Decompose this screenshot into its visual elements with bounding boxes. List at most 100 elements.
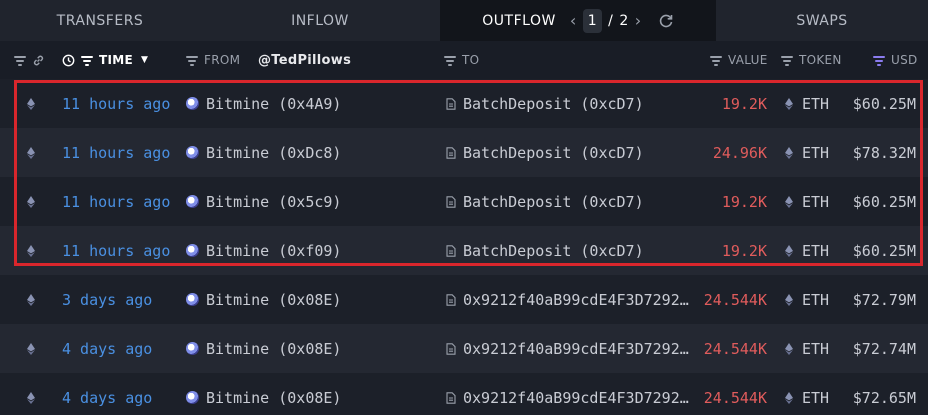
bitmine-avatar-icon [186, 97, 199, 110]
bitmine-avatar-icon [186, 342, 199, 355]
filter-icon[interactable] [444, 55, 456, 66]
value-cell: 24.96K [712, 143, 767, 162]
to-entity[interactable]: BatchDeposit (0xcD7) [463, 242, 644, 260]
link-icon[interactable] [32, 54, 45, 67]
chevron-left-icon[interactable]: ‹ [570, 11, 577, 30]
to-cell[interactable]: BatchDeposit (0xcD7) [446, 79, 644, 128]
contract-icon [446, 244, 456, 257]
token-cell[interactable]: ETH [785, 373, 829, 415]
filter-icon[interactable] [873, 55, 885, 66]
token-cell[interactable]: ETH [785, 128, 829, 177]
token-cell[interactable]: ETH [785, 226, 829, 275]
filter-icon[interactable] [81, 55, 93, 66]
time-link[interactable]: 3 days ago [62, 275, 152, 324]
contract-icon [446, 97, 456, 110]
table-row[interactable]: 4 days ago Bitmine (0x08E) 0x9212f40aB99… [0, 373, 928, 415]
value-cell: 19.2K [721, 241, 767, 260]
token-symbol: ETH [802, 143, 830, 162]
time-link[interactable]: 11 hours ago [62, 79, 170, 128]
filter-icon[interactable] [14, 55, 26, 66]
header-time[interactable]: TIME ▼ [62, 41, 148, 79]
token-cell[interactable]: ETH [785, 275, 829, 324]
filter-icon[interactable] [781, 55, 793, 66]
to-cell[interactable]: 0x9212f40aB99cdE4F3D7292… [446, 275, 689, 324]
time-link[interactable]: 4 days ago [62, 324, 152, 373]
from-entity[interactable]: Bitmine (0xDc8) [206, 144, 341, 162]
ethereum-icon [27, 195, 35, 208]
refresh-icon[interactable] [658, 13, 674, 29]
ethereum-icon [785, 195, 793, 208]
from-cell[interactable]: Bitmine (0x08E) [186, 324, 341, 373]
chevron-right-icon[interactable]: › [635, 11, 642, 30]
chain-cell [27, 373, 35, 415]
to-entity[interactable]: BatchDeposit (0xcD7) [463, 95, 644, 113]
table-row[interactable]: 11 hours ago Bitmine (0xDc8) BatchDeposi… [0, 128, 928, 177]
to-entity[interactable]: BatchDeposit (0xcD7) [463, 193, 644, 211]
from-entity[interactable]: Bitmine (0x08E) [206, 389, 341, 407]
to-entity[interactable]: BatchDeposit (0xcD7) [463, 144, 644, 162]
from-entity[interactable]: Bitmine (0x4A9) [206, 95, 341, 113]
token-cell[interactable]: ETH [785, 324, 829, 373]
tab-label: INFLOW [291, 12, 349, 29]
tab-outflow[interactable]: OUTFLOW ‹ 1 / 2 › [440, 0, 716, 41]
tab-transfers[interactable]: TRANSFERS [0, 0, 200, 41]
ethereum-icon [785, 146, 793, 159]
to-cell[interactable]: BatchDeposit (0xcD7) [446, 177, 644, 226]
from-cell[interactable]: Bitmine (0x08E) [186, 373, 341, 415]
to-cell[interactable]: 0x9212f40aB99cdE4F3D7292… [446, 324, 689, 373]
pagination: ‹ 1 / 2 › [570, 8, 674, 33]
current-page[interactable]: 1 [582, 8, 603, 33]
table-row[interactable]: 11 hours ago Bitmine (0x4A9) BatchDeposi… [0, 79, 928, 128]
table-header: TIME ▼ FROM @TedPillows TO VALUE TOKEN U… [0, 41, 928, 79]
to-entity[interactable]: 0x9212f40aB99cdE4F3D7292… [463, 340, 689, 358]
table-row[interactable]: 11 hours ago Bitmine (0xf09) BatchDeposi… [0, 226, 928, 275]
table-row[interactable]: 4 days ago Bitmine (0x08E) 0x9212f40aB99… [0, 324, 928, 373]
time-link[interactable]: 11 hours ago [62, 226, 170, 275]
header-to[interactable]: TO [444, 41, 479, 79]
contract-icon [446, 146, 456, 159]
from-entity[interactable]: Bitmine (0x08E) [206, 340, 341, 358]
filter-icon[interactable] [710, 55, 722, 66]
token-cell[interactable]: ETH [785, 79, 829, 128]
time-link[interactable]: 4 days ago [62, 373, 152, 415]
token-symbol: ETH [802, 388, 830, 407]
token-symbol: ETH [802, 192, 830, 211]
from-cell[interactable]: Bitmine (0xDc8) [186, 128, 341, 177]
to-entity[interactable]: 0x9212f40aB99cdE4F3D7292… [463, 389, 689, 407]
to-cell[interactable]: BatchDeposit (0xcD7) [446, 226, 644, 275]
from-entity[interactable]: Bitmine (0xf09) [206, 242, 341, 260]
tab-swaps[interactable]: SWAPS [716, 0, 928, 41]
time-link[interactable]: 11 hours ago [62, 177, 170, 226]
contract-icon [446, 391, 456, 404]
from-cell[interactable]: Bitmine (0x5c9) [186, 177, 341, 226]
contract-icon [446, 342, 456, 355]
token-cell[interactable]: ETH [785, 177, 829, 226]
to-cell[interactable]: BatchDeposit (0xcD7) [446, 128, 644, 177]
filter-icon[interactable] [186, 55, 198, 66]
from-cell[interactable]: Bitmine (0xf09) [186, 226, 341, 275]
header-usd-label: USD [891, 53, 918, 67]
table-row[interactable]: 3 days ago Bitmine (0x08E) 0x9212f40aB99… [0, 275, 928, 324]
to-cell[interactable]: 0x9212f40aB99cdE4F3D7292… [446, 373, 689, 415]
token-symbol: ETH [802, 241, 830, 260]
header-to-label: TO [462, 53, 480, 67]
from-entity[interactable]: Bitmine (0x5c9) [206, 193, 341, 211]
from-entity[interactable]: Bitmine (0x08E) [206, 291, 341, 309]
header-value[interactable]: VALUE [710, 41, 768, 79]
tab-inflow[interactable]: INFLOW [200, 0, 440, 41]
header-from[interactable]: FROM [186, 41, 240, 79]
header-chain[interactable] [14, 41, 45, 79]
header-value-label: VALUE [728, 53, 768, 67]
table-row[interactable]: 11 hours ago Bitmine (0x5c9) BatchDeposi… [0, 177, 928, 226]
header-token[interactable]: TOKEN [781, 41, 842, 79]
header-usd[interactable]: USD [873, 41, 918, 79]
chain-cell [27, 324, 35, 373]
ethereum-icon [27, 342, 35, 355]
caret-down-icon[interactable]: ▼ [141, 55, 148, 65]
to-entity[interactable]: 0x9212f40aB99cdE4F3D7292… [463, 291, 689, 309]
time-link[interactable]: 11 hours ago [62, 128, 170, 177]
chain-cell [27, 79, 35, 128]
from-cell[interactable]: Bitmine (0x4A9) [186, 79, 341, 128]
ethereum-icon [27, 293, 35, 306]
from-cell[interactable]: Bitmine (0x08E) [186, 275, 341, 324]
